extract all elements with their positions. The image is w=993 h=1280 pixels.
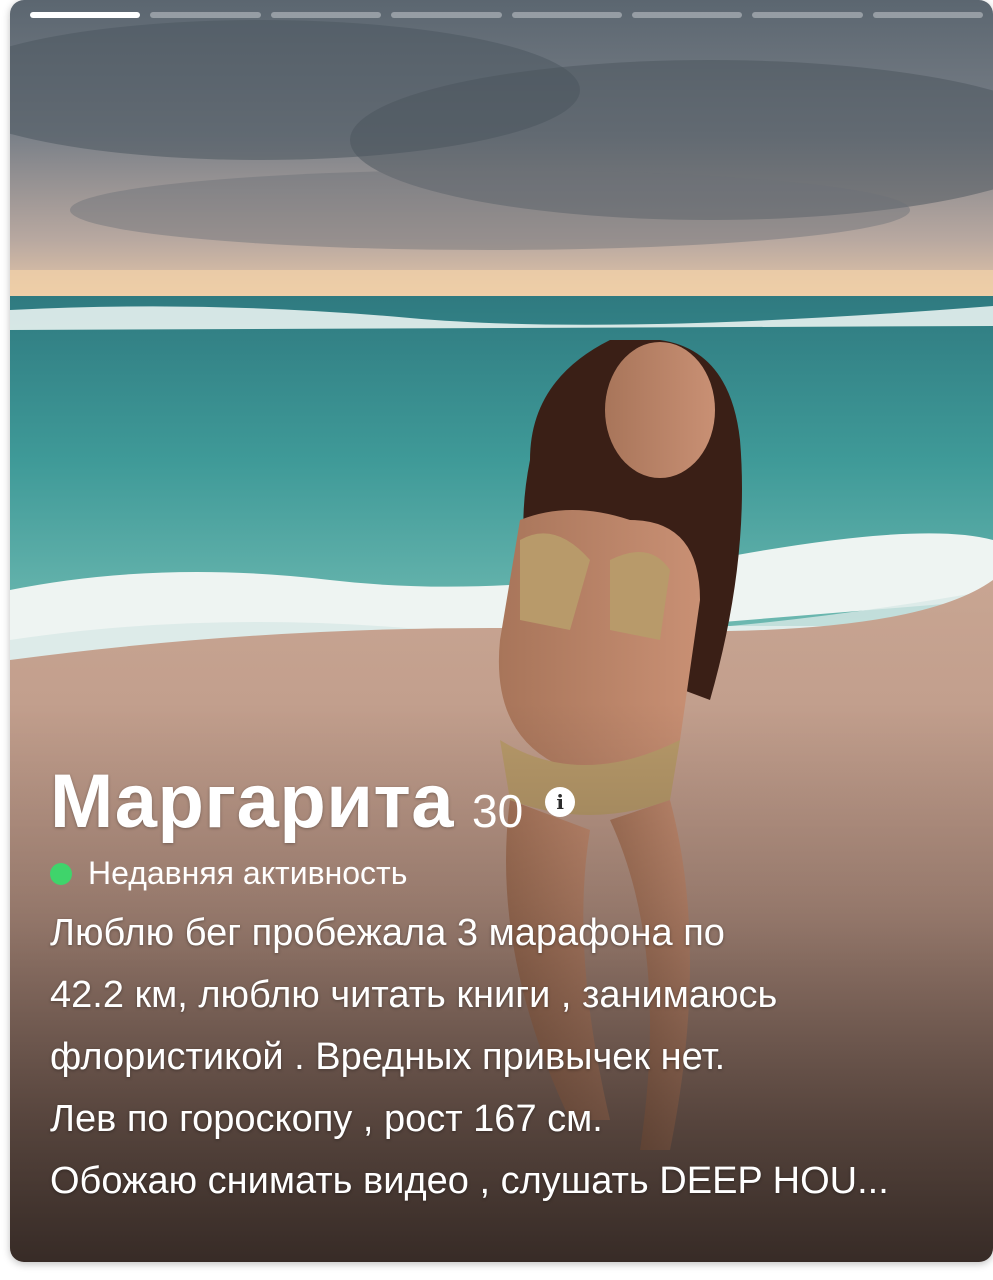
activity-status: Недавняя активность [50, 855, 969, 892]
profile-card[interactable]: Маргарита 30 i Недавняя активность Люблю… [10, 0, 993, 1262]
photo-progress-segment[interactable] [391, 12, 502, 18]
bio-line: Обожаю снимать видео , слушать DEEP HOU.… [50, 1160, 889, 1202]
online-dot-icon [50, 862, 72, 885]
photo-progress-segment[interactable] [270, 12, 382, 18]
profile-age: 30 [471, 785, 524, 837]
bio-line: 42.2 км, люблю читать книги , занимаюсь [50, 974, 778, 1016]
profile-info[interactable]: Маргарита 30 i Недавняя активность Люблю… [50, 758, 969, 1212]
name-row: Маргарита 30 i [50, 758, 969, 845]
photo-progress-segment[interactable] [511, 12, 622, 18]
photo-progress-segment[interactable] [752, 12, 863, 18]
bio-line: Люблю бег пробежала 3 марафона по [50, 912, 725, 954]
photo-progress-segment[interactable] [30, 12, 141, 18]
photo-progress-segment[interactable] [631, 12, 743, 18]
profile-name: Маргарита [50, 759, 454, 844]
activity-label: Недавняя активность [88, 855, 408, 891]
photo-progress-segment[interactable] [872, 12, 983, 18]
info-icon[interactable]: i [545, 786, 576, 817]
photo-progress-segment[interactable] [150, 12, 261, 18]
profile-bio: Люблю бег пробежала 3 марафона по 42.2 к… [50, 902, 969, 1212]
photo-progress [30, 12, 983, 18]
bio-line: Лев по гороскопу , рост 167 см. [50, 1098, 603, 1140]
bio-line: флористикой . Вредных привычек нет. [50, 1036, 726, 1078]
